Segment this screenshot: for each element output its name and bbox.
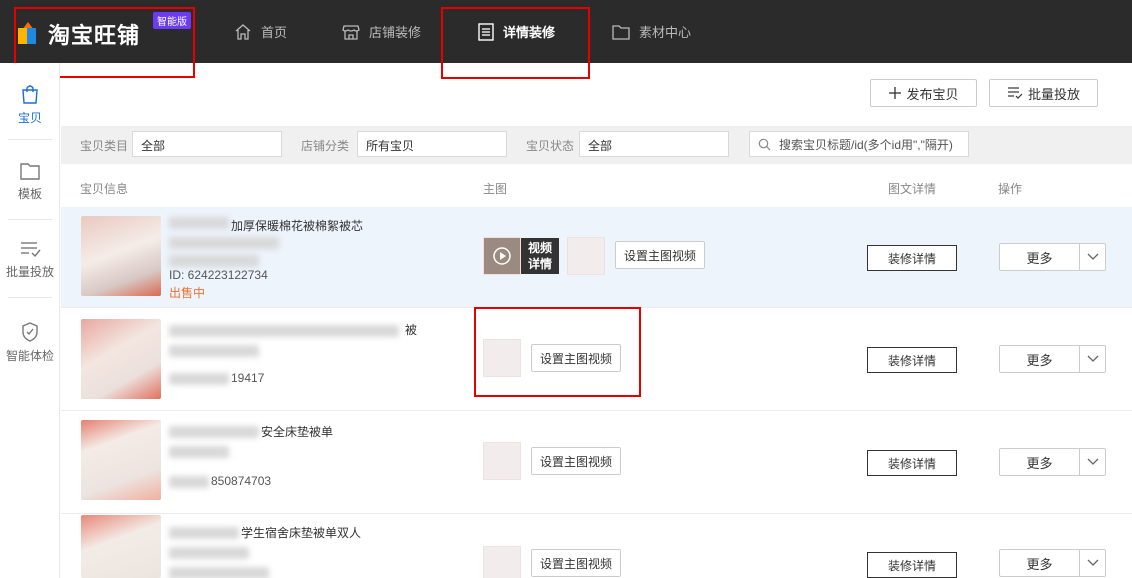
more-label: 更多 bbox=[1000, 449, 1080, 475]
sidebar-item-batch-label: 批量投放 bbox=[5, 265, 54, 279]
sidebar-divider bbox=[8, 219, 52, 220]
publish-product-label: 发布宝贝 bbox=[906, 86, 959, 102]
product-title[interactable]: 被 bbox=[405, 321, 417, 338]
publish-product-button[interactable]: 发布宝贝 bbox=[870, 79, 977, 107]
product-status: 出售中 bbox=[169, 286, 206, 300]
product-thumbnail[interactable] bbox=[81, 515, 161, 578]
more-dropdown[interactable]: 更多 bbox=[999, 345, 1106, 373]
nav-shop-decoration[interactable]: 店铺装修 bbox=[341, 0, 421, 63]
shop-category-select[interactable]: 所有宝贝 bbox=[357, 131, 507, 157]
blurred-text bbox=[169, 446, 229, 458]
sidebar-item-products-label: 宝贝 bbox=[17, 111, 42, 125]
product-thumbnail[interactable] bbox=[81, 319, 161, 399]
play-icon bbox=[493, 247, 511, 265]
shield-check-icon bbox=[22, 322, 38, 342]
folder-icon bbox=[612, 24, 630, 40]
chevron-down-icon[interactable] bbox=[1080, 449, 1105, 475]
chevron-down-icon[interactable] bbox=[1080, 550, 1105, 576]
column-header-main-image: 主图 bbox=[483, 182, 508, 196]
search-icon bbox=[758, 138, 771, 150]
product-id: ID: 624223122734 bbox=[169, 268, 268, 282]
blurred-text bbox=[169, 567, 269, 578]
more-dropdown[interactable]: 更多 bbox=[999, 448, 1106, 476]
left-sidebar: 宝贝 模板 批量投放 智能体检 bbox=[0, 63, 60, 578]
table-row: 学生宿舍床垫被单双人 设置主图视频 装修详情 更多 bbox=[61, 515, 1132, 578]
list-icon bbox=[1007, 87, 1023, 99]
status-label: 宝贝状态 bbox=[526, 139, 575, 153]
home-icon bbox=[235, 23, 251, 40]
blurred-text bbox=[169, 527, 239, 539]
blurred-text bbox=[169, 476, 209, 488]
product-thumbnail[interactable] bbox=[81, 216, 161, 296]
blurred-text bbox=[169, 547, 249, 559]
column-header-info: 宝贝信息 bbox=[80, 182, 129, 196]
category-select[interactable]: 全部 bbox=[132, 131, 282, 157]
batch-deploy-button[interactable]: 批量投放 bbox=[989, 79, 1098, 107]
table-row: 安全床垫被单 850874703 设置主图视频 装修详情 更多 bbox=[61, 412, 1132, 514]
blurred-text bbox=[169, 345, 259, 357]
sidebar-item-templates-label: 模板 bbox=[17, 187, 42, 201]
main-image-thumbnail[interactable] bbox=[483, 237, 521, 275]
product-id: 19417 bbox=[231, 371, 265, 385]
set-main-video-button[interactable]: 设置主图视频 bbox=[615, 241, 705, 269]
more-dropdown[interactable]: 更多 bbox=[999, 243, 1106, 271]
nav-material-center-label: 素材中心 bbox=[639, 25, 692, 40]
nav-material-center[interactable]: 素材中心 bbox=[611, 0, 691, 63]
nav-shop-decoration-label: 店铺装修 bbox=[369, 25, 422, 40]
more-dropdown[interactable]: 更多 bbox=[999, 549, 1106, 577]
plus-icon bbox=[889, 87, 902, 99]
column-header-actions: 操作 bbox=[998, 182, 1023, 196]
sidebar-item-products[interactable]: 宝贝 bbox=[0, 83, 60, 126]
blurred-text bbox=[169, 373, 229, 385]
product-title[interactable]: 安全床垫被单 bbox=[261, 423, 333, 440]
blurred-text bbox=[169, 426, 259, 438]
column-header-detail: 图文详情 bbox=[888, 182, 937, 196]
sidebar-divider bbox=[8, 139, 52, 140]
product-id: 850874703 bbox=[211, 474, 272, 488]
sidebar-item-smart-check[interactable]: 智能体检 bbox=[0, 321, 60, 364]
search-placeholder: 搜索宝贝标题/id(多个id用","隔开) bbox=[779, 137, 953, 152]
set-main-video-button[interactable]: 设置主图视频 bbox=[531, 447, 621, 475]
shopping-bag-icon bbox=[22, 85, 38, 104]
shop-category-label: 店铺分类 bbox=[301, 139, 350, 153]
batch-deploy-label: 批量投放 bbox=[1027, 86, 1080, 102]
decorate-detail-button[interactable]: 装修详情 bbox=[867, 450, 957, 476]
nav-home-label: 首页 bbox=[261, 25, 288, 40]
folder-icon bbox=[20, 163, 40, 180]
decorate-detail-button[interactable]: 装修详情 bbox=[867, 347, 957, 373]
sidebar-item-templates[interactable]: 模板 bbox=[0, 161, 60, 202]
decorate-detail-button[interactable]: 装修详情 bbox=[867, 245, 957, 271]
more-label: 更多 bbox=[1000, 244, 1080, 270]
video-detail-tag: 视频 详情 bbox=[521, 238, 559, 274]
store-icon bbox=[342, 24, 360, 40]
chevron-down-icon[interactable] bbox=[1080, 244, 1105, 270]
category-label: 宝贝类目 bbox=[80, 139, 129, 153]
more-label: 更多 bbox=[1000, 550, 1080, 576]
product-thumbnail[interactable] bbox=[81, 420, 161, 500]
main-image-thumbnail[interactable] bbox=[483, 546, 521, 578]
main-image-thumbnail[interactable] bbox=[567, 237, 605, 275]
product-title[interactable]: 加厚保暖棉花被棉絮被芯 bbox=[231, 217, 431, 234]
set-main-video-button[interactable]: 设置主图视频 bbox=[531, 549, 621, 577]
sidebar-item-batch[interactable]: 批量投放 bbox=[0, 239, 60, 280]
blurred-text bbox=[169, 217, 229, 229]
main-image-thumbnail[interactable] bbox=[483, 442, 521, 480]
status-select[interactable]: 全部 bbox=[579, 131, 729, 157]
more-label: 更多 bbox=[1000, 346, 1080, 372]
sidebar-divider bbox=[8, 297, 52, 298]
list-check-icon bbox=[21, 242, 41, 258]
product-title[interactable]: 学生宿舍床垫被单双人 bbox=[241, 524, 361, 541]
blurred-text bbox=[169, 255, 259, 267]
chevron-down-icon[interactable] bbox=[1080, 346, 1105, 372]
decorate-detail-button[interactable]: 装修详情 bbox=[867, 552, 957, 578]
sidebar-item-smart-check-label: 智能体检 bbox=[5, 349, 54, 363]
search-input[interactable]: 搜索宝贝标题/id(多个id用","隔开) bbox=[749, 131, 969, 157]
table-row: 加厚保暖棉花被棉絮被芯 ID: 624223122734 出售中 视频 详情 设置… bbox=[61, 207, 1132, 308]
blurred-text bbox=[169, 325, 399, 337]
highlight-box-main-image bbox=[474, 307, 641, 397]
blurred-text bbox=[169, 237, 279, 249]
nav-home[interactable]: 首页 bbox=[233, 0, 287, 63]
